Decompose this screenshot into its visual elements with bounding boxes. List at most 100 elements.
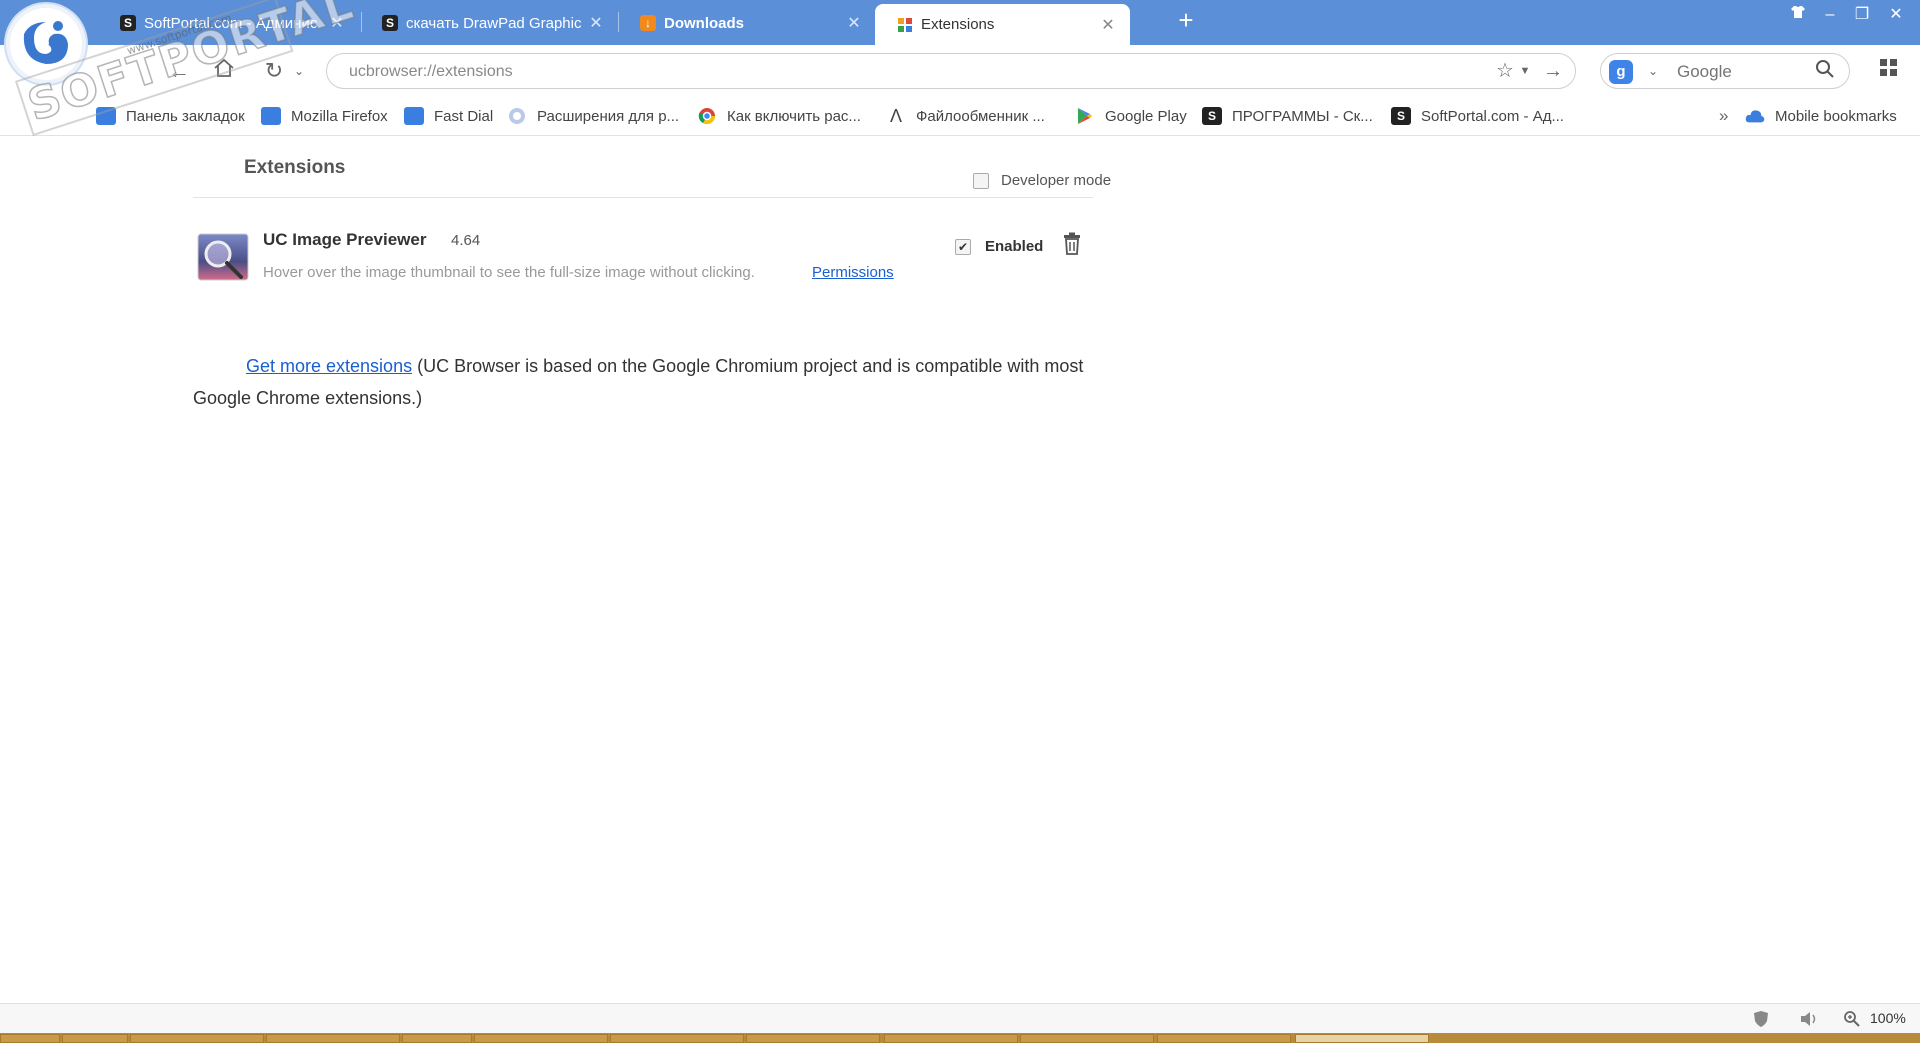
reload-menu-chevron-icon[interactable]: ⌄: [285, 57, 313, 85]
close-tab-icon[interactable]: ✕: [846, 13, 862, 33]
new-tab-button[interactable]: +: [1172, 6, 1200, 34]
tab-softportal-admin[interactable]: S SoftPortal.com - Админис ✕: [120, 6, 345, 40]
download-arrow-icon: ↓: [640, 15, 656, 31]
taskbar-item[interactable]: [474, 1034, 608, 1043]
tab-title: SoftPortal.com - Админис: [144, 14, 318, 32]
extension-description: Hover over the image thumbnail to see th…: [263, 264, 755, 281]
search-box[interactable]: g ⌄: [1600, 53, 1850, 90]
taskbar-item[interactable]: [1157, 1034, 1291, 1043]
search-input[interactable]: [1675, 54, 1809, 90]
shield-icon[interactable]: [1752, 1010, 1770, 1028]
extension-name: UC Image Previewer: [263, 230, 427, 249]
restore-button[interactable]: ❐: [1848, 4, 1876, 26]
folder-icon: [404, 107, 424, 125]
folder-icon: [261, 107, 281, 125]
address-bar[interactable]: ☆ ▼ →: [326, 53, 1576, 90]
taskbar-item[interactable]: [266, 1034, 400, 1043]
taskbar-item[interactable]: [1020, 1034, 1154, 1043]
lambda-icon: Λ: [889, 105, 903, 126]
bookmark-how-to-enable[interactable]: Как включить рас...: [697, 105, 861, 127]
search-icon[interactable]: [1813, 59, 1837, 83]
developer-mode-checkbox[interactable]: [973, 172, 989, 189]
tab-title: Extensions: [921, 16, 995, 33]
softportal-s-icon: S: [120, 15, 136, 31]
bookmark-google-play[interactable]: Google Play: [1075, 105, 1187, 127]
search-engine-icon[interactable]: g: [1609, 60, 1633, 84]
extension-globe-icon: [507, 107, 527, 125]
bookmark-softportal[interactable]: S SoftPortal.com - Ад...: [1391, 105, 1564, 127]
home-icon: [214, 58, 234, 77]
bookmark-fast-dial[interactable]: Fast Dial: [404, 105, 493, 127]
taskbar-item[interactable]: [610, 1034, 744, 1043]
zoom-level[interactable]: 100%: [1870, 1010, 1906, 1026]
navigation-toolbar: ← ↻ ⌄ ☆ ▼ → g ⌄: [0, 45, 1920, 97]
bookmark-label: Google Play: [1105, 107, 1187, 125]
extension-enabled-toggle[interactable]: ✔ Enabled: [955, 238, 1043, 255]
bookmark-label: Fast Dial: [434, 107, 494, 125]
developer-mode-label: Developer mode: [1001, 172, 1112, 189]
bookmarks-overflow-button[interactable]: »: [1719, 105, 1728, 127]
back-button[interactable]: ←: [165, 57, 193, 85]
taskbar-item[interactable]: [62, 1034, 128, 1043]
bookmark-label: SoftPortal.com - Ад...: [1421, 107, 1564, 125]
bookmark-label: Файлообменник ...: [916, 107, 1045, 125]
enabled-label: Enabled: [985, 238, 1044, 255]
cloud-icon: [1745, 107, 1765, 125]
bookmark-panel[interactable]: Панель закладок: [96, 105, 245, 127]
header-divider: [193, 197, 1093, 198]
tab-extensions[interactable]: Extensions ✕: [875, 4, 1130, 45]
tab-separator: [618, 12, 619, 32]
engine-chevron-down-icon[interactable]: ⌄: [1641, 59, 1665, 83]
taskbar-item[interactable]: [746, 1034, 880, 1043]
developer-mode-toggle[interactable]: Developer mode: [973, 172, 1111, 189]
enabled-checkbox[interactable]: ✔: [955, 238, 971, 255]
home-button[interactable]: [210, 57, 238, 85]
google-play-icon: [1075, 107, 1095, 125]
get-more-extensions-link[interactable]: Get more extensions: [246, 356, 412, 376]
permissions-link[interactable]: Permissions: [812, 264, 894, 281]
page-title: Extensions: [244, 157, 346, 178]
close-tab-icon[interactable]: ✕: [588, 13, 604, 33]
tab-drawpad[interactable]: S скачать DrawPad Graphic E ✕: [382, 6, 604, 40]
taskbar-item[interactable]: [402, 1034, 472, 1043]
taskbar-item-uc-browser[interactable]: [1295, 1034, 1429, 1043]
go-arrow-icon[interactable]: →: [1541, 59, 1565, 83]
chrome-icon: [697, 107, 717, 125]
reload-button[interactable]: ↻: [260, 57, 288, 85]
softportal-s-icon: S: [1202, 107, 1222, 125]
volume-icon[interactable]: [1799, 1010, 1817, 1028]
skin-shirt-icon[interactable]: [1784, 4, 1812, 26]
star-dropdown-icon[interactable]: ▼: [1513, 59, 1537, 83]
more-extensions-paragraph: Get more extensions (UC Browser is based…: [193, 350, 1123, 414]
start-button[interactable]: [0, 1034, 60, 1043]
tab-strip: S SoftPortal.com - Админис ✕ S скачать D…: [0, 0, 1920, 45]
os-taskbar: [0, 1033, 1920, 1043]
extensions-grid-icon: [897, 17, 913, 33]
bookmarks-bar: Панель закладок Mozilla Firefox Fast Dia…: [0, 97, 1920, 136]
tab-downloads[interactable]: ↓ Downloads ✕: [640, 6, 862, 40]
softportal-s-icon: S: [1391, 107, 1411, 125]
trash-icon: [1064, 232, 1080, 255]
extension-version: 4.64: [451, 232, 481, 249]
bookmark-programs[interactable]: S ПРОГРАММЫ - Ск...: [1202, 105, 1373, 127]
taskbar-item[interactable]: [884, 1034, 1018, 1043]
zoom-icon[interactable]: [1843, 1010, 1861, 1028]
apps-grid-button[interactable]: [1875, 57, 1903, 85]
close-window-button[interactable]: ✕: [1882, 4, 1910, 26]
close-tab-icon[interactable]: ✕: [329, 13, 345, 33]
bookmark-extensions-ru[interactable]: Расширения для р...: [507, 105, 679, 127]
bookmark-mozilla-firefox[interactable]: Mozilla Firefox: [261, 105, 388, 127]
remove-extension-button[interactable]: [1061, 232, 1083, 256]
uc-browser-logo[interactable]: [6, 4, 86, 84]
tab-title: скачать DrawPad Graphic E: [406, 14, 582, 32]
bookmark-file-exchanger[interactable]: Λ Файлообменник ...: [886, 105, 1045, 127]
mobile-bookmarks[interactable]: Mobile bookmarks: [1745, 105, 1897, 127]
tab-title: Downloads: [664, 14, 745, 32]
minimize-button[interactable]: –: [1816, 4, 1844, 26]
taskbar-item[interactable]: [130, 1034, 264, 1043]
close-tab-icon[interactable]: ✕: [1100, 15, 1116, 35]
status-bar: 100%: [0, 1003, 1920, 1034]
url-input[interactable]: [347, 54, 1351, 90]
bookmark-label: ПРОГРАММЫ - Ск...: [1232, 107, 1373, 125]
bookmark-label: Панель закладок: [126, 107, 245, 125]
